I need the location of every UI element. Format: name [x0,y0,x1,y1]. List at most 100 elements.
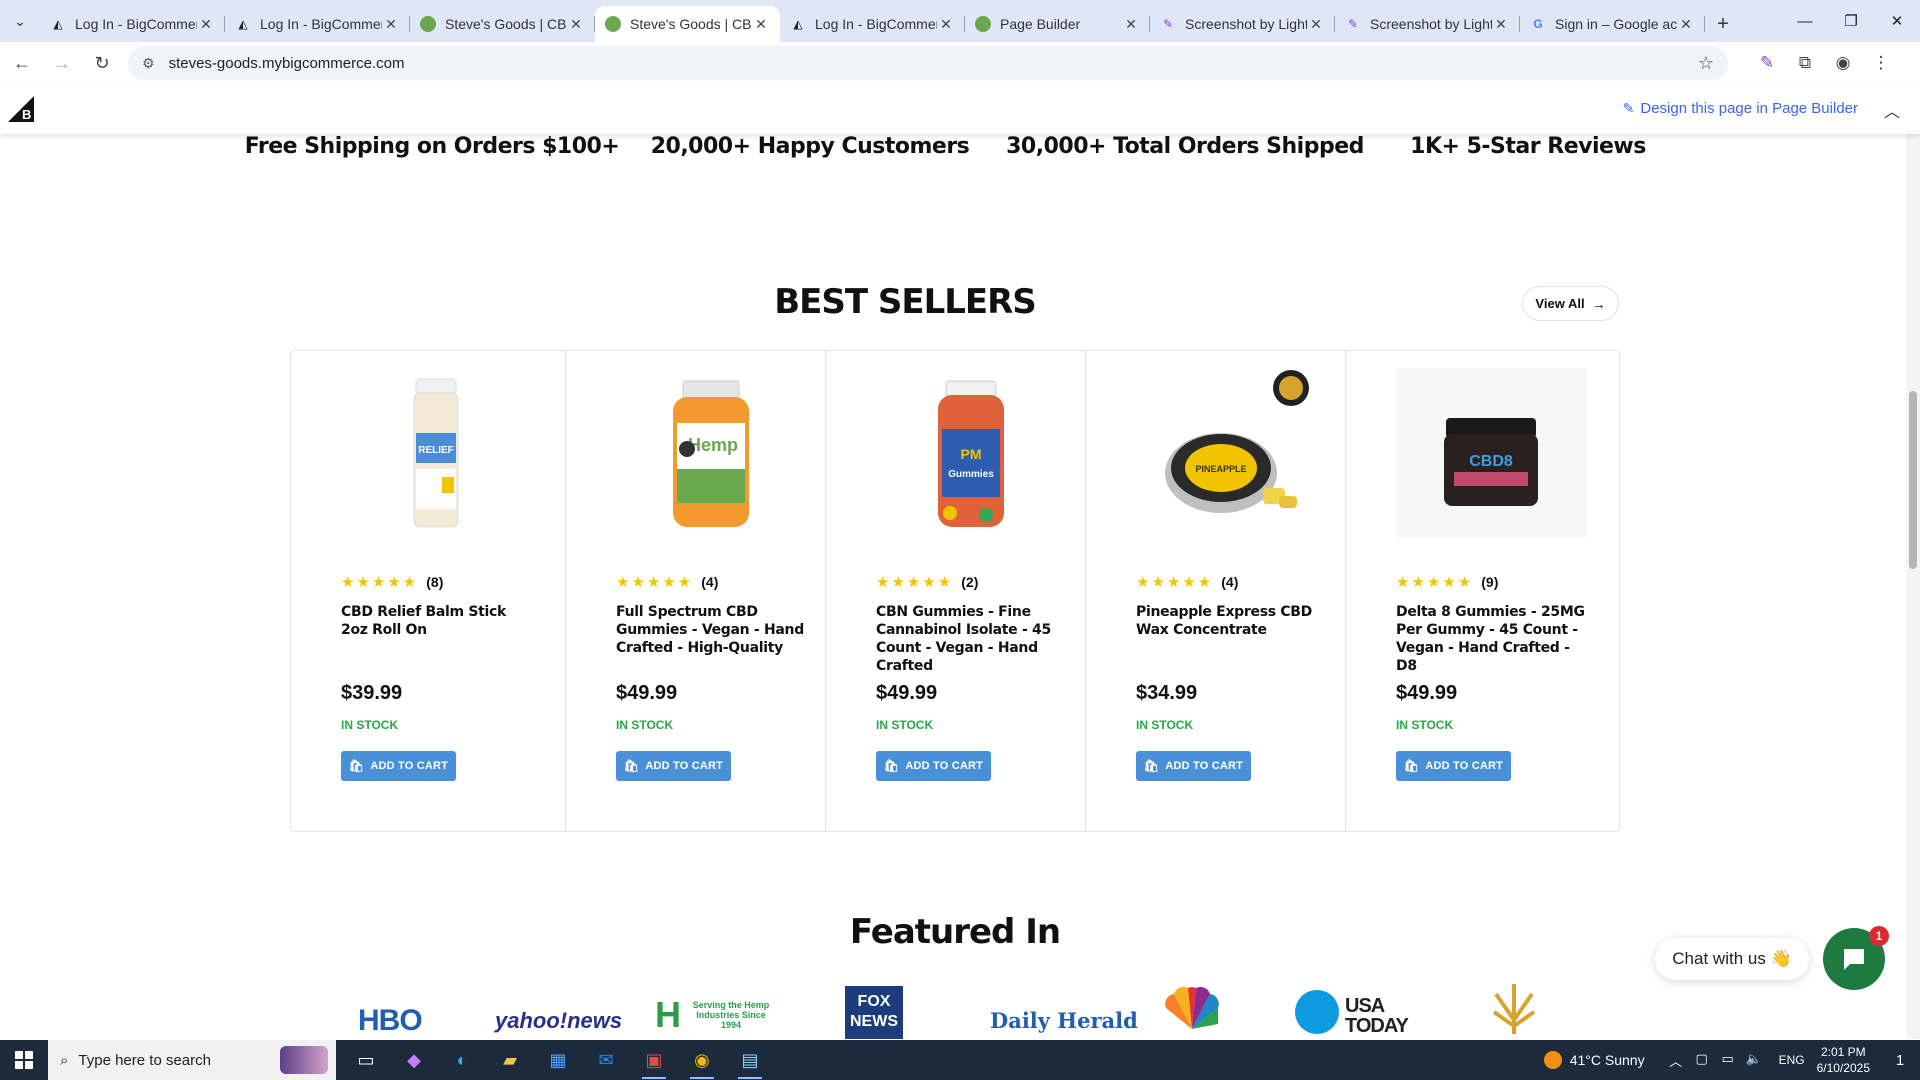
address-bar[interactable]: ⚙ steves-goods.mybigcommerce.com ☆ [128,46,1728,80]
minimize-icon[interactable]: — [1782,0,1828,42]
product-card[interactable]: PM Gummies ★★★★★ (2) CBN Gummies - Fine Cann… [825,351,1085,831]
restore-icon[interactable]: ❐ [1828,0,1874,42]
task-view-icon[interactable]: ▭ [342,1040,390,1080]
taskbar-search-box[interactable]: ⌕ Type here to search [48,1040,336,1080]
forward-icon[interactable]: → [44,45,80,81]
close-window-icon[interactable]: ✕ [1874,0,1920,42]
chat-with-us-pill[interactable]: Chat with us 👋 [1655,938,1809,980]
volume-icon[interactable]: 🔈 [1741,1051,1767,1070]
product-image[interactable]: CBD8 [1396,365,1586,540]
tab-close-icon[interactable]: ✕ [1492,16,1510,33]
weather-widget[interactable]: 41°C Sunny [1543,1051,1645,1069]
view-all-label: View All [1535,296,1585,311]
language-indicator[interactable]: ENG [1779,1053,1805,1067]
browser-tab[interactable]: ◭ Log In - BigCommerce✕ [225,6,410,42]
network-icon[interactable]: ▭ [1715,1051,1741,1070]
browser-tab[interactable]: ✎ Screenshot by Lightshot✕ [1150,6,1335,42]
product-rating[interactable]: ★★★★★ (4) [1136,573,1238,591]
weather-sun-icon [1543,1051,1562,1069]
add-to-cart-button[interactable]: 🛍 ADD TO CART [1396,751,1511,781]
product-name[interactable]: CBN Gummies - Fine Cannabinol Isolate - … [876,603,1066,675]
site-info-icon[interactable]: ⚙ [142,55,155,72]
product-name[interactable]: Pineapple Express CBD Wax Concentrate [1136,603,1326,639]
product-name[interactable]: CBD Relief Balm Stick 2oz Roll On [341,603,531,639]
tab-close-icon[interactable]: ✕ [1677,16,1695,33]
taskbar-clock[interactable]: 2:01 PM 6/10/2025 [1817,1044,1870,1076]
windows-start-icon[interactable] [0,1040,48,1080]
product-image[interactable]: RELIEF [341,365,531,540]
tab-search-chevron-icon[interactable]: ⌄ [0,0,40,42]
product-rating[interactable]: ★★★★★ (8) [341,573,443,591]
browser-tab[interactable]: Page Builder ✕ [965,6,1150,42]
product-card[interactable]: Hemp ★★★★★ (4) Full Spectrum CBD Gummies - … [565,351,825,831]
meet-now-icon[interactable]: ▢ [1689,1051,1715,1070]
add-to-cart-button[interactable]: 🛍 ADD TO CART [1136,751,1251,781]
menu-kebab-icon[interactable]: ⋮ [1862,45,1900,81]
add-to-cart-button[interactable]: 🛍 ADD TO CART [341,751,456,781]
browser-tab[interactable]: ◭ Log In - BigCommerce✕ [40,6,225,42]
file-explorer-icon[interactable]: ▰ [486,1040,534,1080]
notepad-icon[interactable]: ▤ [726,1040,774,1080]
tab-title: Log In - BigCommerce [75,16,197,32]
product-name[interactable]: Delta 8 Gummies - 25MG Per Gummy - 45 Co… [1396,603,1586,675]
bigcommerce-logo-icon[interactable]: B [6,94,36,124]
back-icon[interactable]: ← [4,45,40,81]
tab-close-icon[interactable]: ✕ [937,16,955,33]
product-card[interactable]: RELIEF ★★★★★ (8) CBD Relief Balm Stick 2oz … [291,351,565,831]
vnc-viewer-icon[interactable]: ▣ [630,1040,678,1080]
tab-close-icon[interactable]: ✕ [382,16,400,33]
tab-close-icon[interactable]: ✕ [1307,16,1325,33]
url-text[interactable]: steves-goods.mybigcommerce.com [169,55,1698,72]
product-image[interactable]: PM Gummies [876,365,1066,540]
bookmark-star-icon[interactable]: ☆ [1698,53,1714,74]
product-rating[interactable]: ★★★★★ (2) [876,573,978,591]
browser-tab[interactable]: ◭ Log In - BigCommerce✕ [780,6,965,42]
nbc-peacock-logo [1162,984,1222,1034]
outlook-icon[interactable]: ✉ [582,1040,630,1080]
add-to-cart-button[interactable]: 🛍 ADD TO CART [616,751,731,781]
hemp-h-icon: H [655,994,681,1035]
product-rating[interactable]: ★★★★★ (4) [616,573,718,591]
tab-close-icon[interactable]: ✕ [567,16,585,33]
shopping-bag-icon: 🛍 [623,759,640,773]
copilot-icon[interactable]: ◆ [390,1040,438,1080]
browser-tab[interactable]: G Sign in – Google accounts✕ [1520,6,1705,42]
chrome-icon[interactable]: ◉ [678,1040,726,1080]
product-card[interactable]: CBD8 ★★★★★ (9) Delta 8 Gummies - 25MG Per G… [1345,351,1605,831]
product-rating[interactable]: ★★★★★ (9) [1396,573,1498,591]
design-in-page-builder-link[interactable]: ✎ Design this page in Page Builder [1623,100,1858,117]
new-tab-button[interactable]: + [1705,6,1741,42]
chat-launcher-button[interactable]: 1 [1823,926,1889,990]
tab-close-icon[interactable]: ✕ [1122,16,1140,33]
profile-icon[interactable]: ◉ [1824,45,1862,81]
browser-tab[interactable]: ✎ Screenshot by Lightshot✕ [1335,6,1520,42]
usa-today-logo: USA TODAY [1295,990,1425,1039]
product-image[interactable]: Hemp [616,365,806,540]
view-all-button[interactable]: View All → [1522,286,1619,321]
tab-close-icon[interactable]: ✕ [752,16,770,33]
page-scrollbar[interactable] [1906,134,1920,1039]
product-image[interactable]: PINEAPPLE [1136,365,1326,540]
edge-icon[interactable]: ◐ [438,1040,486,1080]
add-to-cart-button[interactable]: 🛍 ADD TO CART [876,751,991,781]
chevron-up-icon[interactable]: ︿ [1884,98,1900,122]
tray-icons: ︿ ▢ ▭ 🔈 [1663,1051,1767,1070]
tab-separator [1704,16,1705,32]
product-card[interactable]: PINEAPPLE ★★★★★ (4) Pineapple Express CBD W… [1085,351,1345,831]
stock-status: IN STOCK [341,718,399,732]
product-price: $49.99 [616,682,678,704]
product-name[interactable]: Full Spectrum CBD Gummies - Vegan - Hand… [616,603,806,657]
stock-status: IN STOCK [876,718,934,732]
scrollbar-thumb[interactable] [1909,391,1917,569]
star-rating-icon: ★★★★★ [1396,574,1474,591]
lightshot-pen-icon[interactable]: ✎ [1748,45,1786,81]
notification-center-icon[interactable]: 1 [1880,1052,1920,1069]
tab-close-icon[interactable]: ✕ [197,16,215,33]
reload-icon[interactable]: ↻ [84,45,120,81]
browser-tab[interactable]: Steve's Goods | CBD, ✕ [410,6,595,42]
yahoo-news-logo: yahoo!news [495,1008,623,1033]
tray-chevron-up-icon[interactable]: ︿ [1663,1051,1689,1070]
extensions-puzzle-icon[interactable]: ⧉ [1786,45,1824,81]
microsoft-store-icon[interactable]: ▦ [534,1040,582,1080]
browser-tab[interactable]: Steve's Goods | CBD, ✕ [595,6,780,42]
